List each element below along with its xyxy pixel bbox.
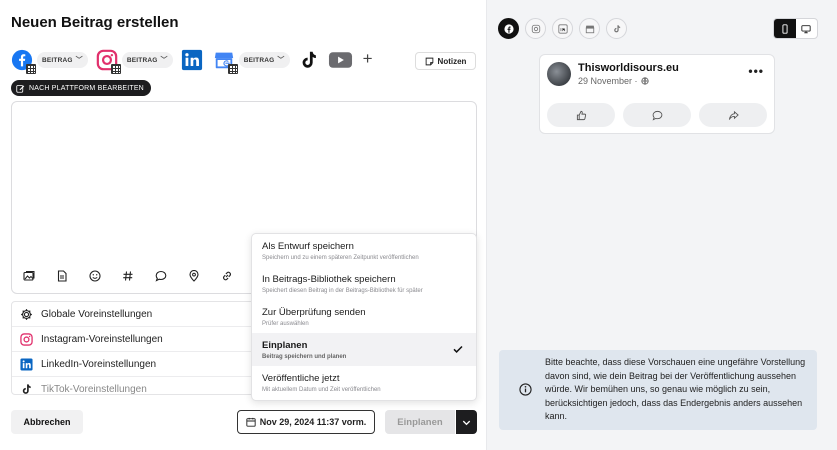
chevron-down-icon: ﹀	[160, 57, 168, 64]
facebook-icon[interactable]	[498, 18, 519, 39]
linkedin-icon[interactable]	[552, 18, 573, 39]
comment-button[interactable]	[623, 103, 691, 127]
schedule-options-toggle[interactable]	[456, 410, 477, 434]
preset-label: TikTok-Voreinstellungen	[41, 383, 147, 395]
youtube-icon[interactable]	[328, 49, 353, 71]
grid-icon	[26, 64, 36, 74]
gear-icon	[20, 308, 33, 321]
google-business-icon[interactable]	[213, 49, 238, 74]
tiktok-icon[interactable]	[606, 18, 627, 39]
schedule-button[interactable]: Einplanen	[385, 410, 455, 434]
add-platform-button[interactable]: +	[363, 49, 373, 69]
page-name: Thisworldisours.eu	[578, 62, 679, 74]
comment-icon[interactable]	[155, 268, 188, 284]
publish-options-menu: Als Entwurf speichern Speichern und zu e…	[251, 233, 477, 401]
facebook-icon[interactable]	[11, 49, 36, 74]
linkedin-icon[interactable]	[181, 49, 203, 71]
google-business-icon[interactable]	[579, 18, 600, 39]
tiktok-icon	[20, 383, 33, 395]
menu-item-send-review[interactable]: Zur Überprüfung senden Prüfer auswählen	[252, 300, 476, 333]
preview-platform-tabs	[498, 18, 627, 39]
menu-item-description: Beitrag speichern und planen	[262, 353, 347, 360]
menu-item-label: Veröffentliche jetzt	[262, 372, 340, 384]
post-type-dropdown[interactable]: BEITRAG ﹀	[121, 52, 173, 68]
menu-item-label: In Beitrags-Bibliothek speichern	[262, 273, 396, 285]
share-icon	[728, 110, 739, 120]
emoji-icon[interactable]	[89, 268, 122, 284]
date-label: Nov 29, 2024 11:37 vorm.	[259, 417, 367, 427]
mobile-icon[interactable]	[774, 19, 796, 38]
post-type-dropdown[interactable]: BEITRAG ﹀	[37, 52, 88, 68]
thumbs-up-icon	[576, 110, 586, 120]
schedule-date-picker[interactable]: Nov 29, 2024 11:37 vorm.	[237, 410, 375, 434]
chevron-down-icon	[462, 420, 471, 425]
chevron-down-icon: ﹀	[75, 57, 83, 64]
preset-label: Instagram-Voreinstellungen	[41, 333, 163, 345]
calendar-icon	[246, 417, 256, 427]
edit-by-platform-button[interactable]: NACH PLATTFORM BEARBEITEN	[11, 80, 151, 96]
cancel-button[interactable]: Abbrechen	[11, 410, 83, 434]
comment-icon	[652, 110, 662, 121]
edit-icon	[16, 84, 25, 93]
menu-item-description: Prüfer auswählen	[262, 320, 309, 327]
linkedin-icon	[20, 357, 33, 371]
device-toggle	[773, 18, 818, 39]
menu-item-schedule[interactable]: Einplanen Beitrag speichern und planen	[252, 333, 476, 366]
post-type-label: BEITRAG	[42, 56, 73, 64]
menu-item-save-draft[interactable]: Als Entwurf speichern Speichern und zu e…	[252, 234, 476, 267]
post-type-label: BEITRAG	[126, 56, 158, 64]
tiktok-icon[interactable]	[298, 49, 320, 71]
chevron-down-icon: ﹀	[277, 57, 285, 64]
edit-by-platform-label: NACH PLATTFORM BEARBEITEN	[29, 84, 144, 92]
instagram-icon[interactable]	[96, 49, 121, 74]
post-date-label: 29 November ·	[578, 76, 638, 86]
note-icon	[425, 57, 433, 65]
menu-item-publish-now[interactable]: Veröffentliche jetzt Mit aktuellem Datum…	[252, 366, 476, 399]
more-options-icon[interactable]: •••	[748, 64, 764, 78]
grid-icon	[110, 64, 121, 74]
menu-item-label: Als Entwurf speichern	[262, 240, 354, 252]
menu-item-label: Einplanen	[262, 339, 308, 351]
editor-toolbar	[23, 268, 254, 284]
preview-disclaimer: Bitte beachte, dass diese Vorschauen ein…	[499, 350, 817, 430]
disclaimer-text: Bitte beachte, dass diese Vorschauen ein…	[545, 357, 806, 421]
document-icon[interactable]	[56, 268, 89, 284]
notes-button[interactable]: Notizen	[415, 52, 476, 70]
location-icon[interactable]	[188, 268, 221, 284]
link-icon[interactable]	[221, 268, 254, 284]
menu-item-save-library[interactable]: In Beitrags-Bibliothek speichern Speiche…	[252, 267, 476, 300]
info-icon	[519, 383, 532, 396]
post-type-dropdown[interactable]: BEITRAG ﹀	[238, 52, 290, 68]
globe-icon	[640, 77, 649, 85]
menu-item-label: Zur Überprüfung senden	[262, 306, 366, 318]
post-editor-panel: Neuen Beitrag erstellen BEITRAG ﹀ BEITRAG…	[0, 0, 486, 450]
hashtag-icon[interactable]	[122, 268, 155, 284]
instagram-icon[interactable]	[525, 18, 546, 39]
like-button[interactable]	[547, 103, 615, 127]
checkmark-icon	[453, 345, 463, 353]
desktop-icon[interactable]	[796, 19, 818, 38]
notes-label: Notizen	[437, 56, 467, 66]
menu-item-description: Speichert diesen Beitrag in der Beitrags…	[262, 287, 423, 294]
instagram-icon	[20, 332, 33, 346]
share-button[interactable]	[699, 103, 767, 127]
post-date: 29 November ·	[578, 76, 649, 86]
menu-item-description: Mit aktuellem Datum und Zeit veröffentli…	[262, 386, 381, 393]
grid-icon	[227, 64, 238, 74]
post-type-label: BEITRAG	[243, 56, 275, 64]
menu-item-description: Speichern und zu einem späteren Zeitpunk…	[262, 254, 419, 261]
page-title: Neuen Beitrag erstellen	[11, 14, 179, 31]
post-actions	[547, 103, 767, 127]
preset-label: LinkedIn-Voreinstellungen	[41, 358, 157, 370]
avatar	[547, 62, 571, 86]
platform-selector: BEITRAG ﹀ BEITRAG ﹀ BEITRAG ﹀ +	[11, 47, 373, 74]
media-icon[interactable]	[23, 268, 56, 284]
preset-label: Globale Voreinstellungen	[41, 308, 153, 320]
facebook-post-preview: Thisworldisours.eu 29 November · •••	[539, 54, 775, 134]
